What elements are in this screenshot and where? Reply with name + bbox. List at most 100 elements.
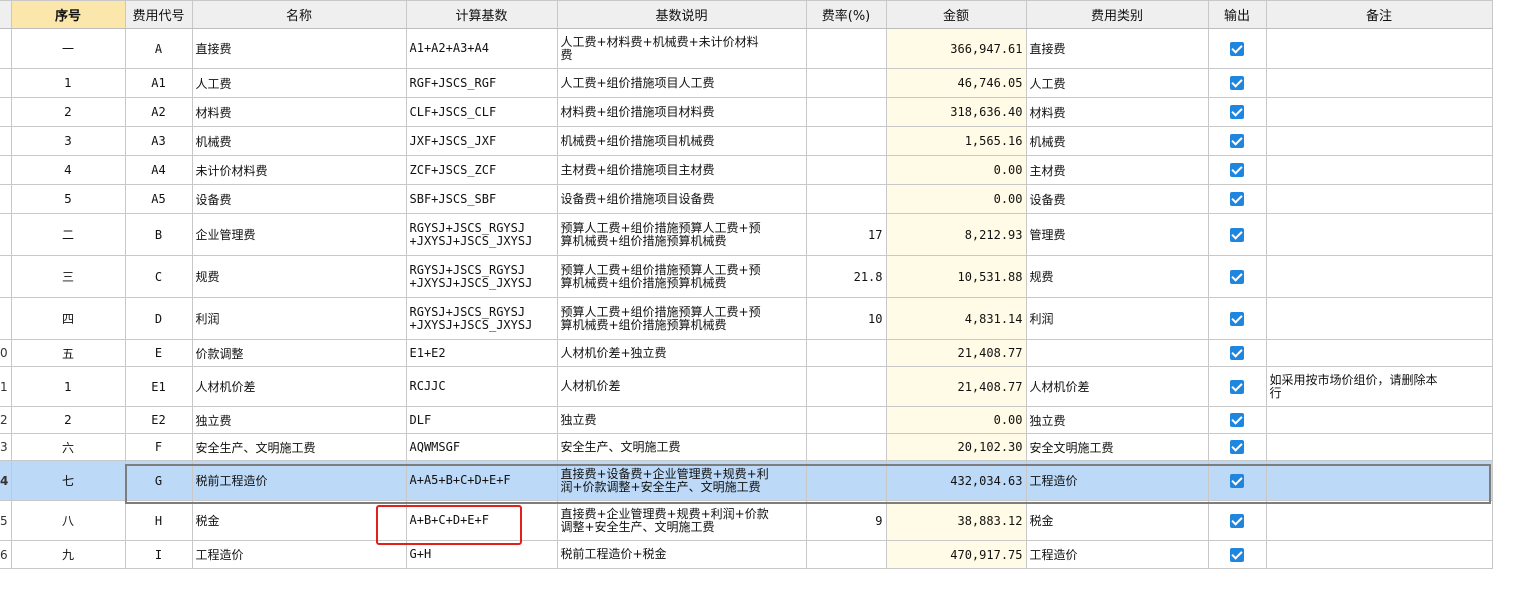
cell-category[interactable]: 税金 <box>1025 500 1209 541</box>
cell-amount[interactable]: 432,034.63 <box>885 460 1027 501</box>
cell-seq[interactable]: 2 <box>10 406 126 434</box>
cell-basis[interactable]: RGYSJ+JSCS_RGYSJ +JXYSJ+JSCS_JXYSJ <box>405 213 558 256</box>
table-row[interactable]: 三 C 规费 RGYSJ+JSCS_RGYSJ +JXYSJ+JSCS_JXYSJ 预算… <box>0 255 1493 298</box>
cell-remark[interactable] <box>1265 97 1493 127</box>
cell-seq[interactable]: 九 <box>10 540 126 569</box>
table-row[interactable]: 5 A5 设备费 SBF+JSCS_SBF 设备费+组价措施项目设备费 0.00 设备费 <box>0 184 1493 214</box>
cell-output[interactable] <box>1207 126 1267 156</box>
cell-output[interactable] <box>1207 28 1267 69</box>
output-checkbox[interactable] <box>1230 163 1244 178</box>
cell-output[interactable] <box>1207 97 1267 127</box>
output-checkbox[interactable] <box>1230 192 1244 207</box>
cell-output[interactable] <box>1207 68 1267 98</box>
table-row[interactable]: 3 A3 机械费 JXF+JSCS_JXF 机械费+组价措施项目机械费 1,565.16 机… <box>0 126 1493 156</box>
column-header-output[interactable]: 输出 <box>1207 0 1267 29</box>
cell-category[interactable]: 工程造价 <box>1025 540 1209 569</box>
cell-category[interactable]: 人材机价差 <box>1025 366 1209 407</box>
cell-seq[interactable]: 1 <box>10 68 126 98</box>
cell-amount[interactable]: 0.00 <box>885 155 1027 185</box>
cell-description[interactable]: 人工费+组价措施项目人工费 <box>556 68 807 98</box>
cell-code[interactable]: A <box>124 28 193 69</box>
cell-code[interactable]: D <box>124 297 193 340</box>
cell-rate[interactable] <box>805 68 887 98</box>
cell-output[interactable] <box>1207 255 1267 298</box>
output-checkbox[interactable] <box>1230 41 1244 56</box>
output-checkbox[interactable] <box>1230 105 1244 120</box>
cell-amount[interactable]: 470,917.75 <box>885 540 1027 569</box>
cell-basis[interactable]: ZCF+JSCS_ZCF <box>405 155 558 185</box>
cell-code[interactable]: A4 <box>124 155 193 185</box>
cell-code[interactable]: A2 <box>124 97 193 127</box>
table-row[interactable]: 2 2 E2 独立费 DLF 独立费 0.00 独立费 <box>0 406 1493 434</box>
cell-description[interactable]: 机械费+组价措施项目机械费 <box>556 126 807 156</box>
cell-description[interactable]: 预算人工费+组价措施预算人工费+预 算机械费+组价措施预算机械费 <box>556 255 807 298</box>
cell-remark[interactable] <box>1265 433 1493 461</box>
cell-code[interactable]: E <box>124 339 193 367</box>
cell-amount[interactable]: 21,408.77 <box>885 339 1027 367</box>
cell-description[interactable]: 人材机价差+独立费 <box>556 339 807 367</box>
cell-basis[interactable]: RCJJC <box>405 366 558 407</box>
cell-category[interactable]: 管理费 <box>1025 213 1209 256</box>
cell-rate[interactable] <box>805 339 887 367</box>
output-checkbox[interactable] <box>1230 346 1244 361</box>
cell-remark[interactable] <box>1265 460 1493 501</box>
cell-code[interactable]: A1 <box>124 68 193 98</box>
cell-name[interactable]: 直接费 <box>191 28 407 69</box>
cell-basis[interactable]: DLF <box>405 406 558 434</box>
cell-remark[interactable] <box>1265 155 1493 185</box>
cell-name[interactable]: 机械费 <box>191 126 407 156</box>
cell-code[interactable]: E2 <box>124 406 193 434</box>
cell-remark[interactable]: 如采用按市场价组价，请删除本 行 <box>1265 366 1493 407</box>
cell-output[interactable] <box>1207 339 1267 367</box>
cell-seq[interactable]: 五 <box>10 339 126 367</box>
cell-basis[interactable]: RGYSJ+JSCS_RGYSJ +JXYSJ+JSCS_JXYSJ <box>405 297 558 340</box>
cell-code[interactable]: F <box>124 433 193 461</box>
cell-category[interactable]: 人工费 <box>1025 68 1209 98</box>
cell-amount[interactable]: 1,565.16 <box>885 126 1027 156</box>
cell-basis[interactable]: RGF+JSCS_RGF <box>405 68 558 98</box>
cell-code[interactable]: B <box>124 213 193 256</box>
cell-output[interactable] <box>1207 433 1267 461</box>
cell-code[interactable]: H <box>124 500 193 541</box>
cell-code[interactable]: A5 <box>124 184 193 214</box>
output-checkbox[interactable] <box>1230 311 1244 326</box>
cell-remark[interactable] <box>1265 339 1493 367</box>
cell-category[interactable]: 直接费 <box>1025 28 1209 69</box>
cell-category[interactable]: 安全文明施工费 <box>1025 433 1209 461</box>
cell-basis[interactable]: A1+A2+A3+A4 <box>405 28 558 69</box>
cell-description[interactable]: 税前工程造价+税金 <box>556 540 807 569</box>
output-checkbox[interactable] <box>1230 413 1244 428</box>
cell-category[interactable]: 独立费 <box>1025 406 1209 434</box>
cell-description[interactable]: 设备费+组价措施项目设备费 <box>556 184 807 214</box>
cell-name[interactable]: 人工费 <box>191 68 407 98</box>
column-header-basis[interactable]: 计算基数 <box>405 0 558 29</box>
table-row[interactable]: 3 六 F 安全生产、文明施工费 AQWMSGF 安全生产、文明施工费 20,102.30 安… <box>0 433 1493 461</box>
output-checkbox[interactable] <box>1230 473 1244 488</box>
cell-amount[interactable]: 20,102.30 <box>885 433 1027 461</box>
cell-output[interactable] <box>1207 213 1267 256</box>
cell-output[interactable] <box>1207 406 1267 434</box>
output-checkbox[interactable] <box>1230 76 1244 91</box>
cell-remark[interactable] <box>1265 540 1493 569</box>
cell-rate[interactable] <box>805 126 887 156</box>
cell-output[interactable] <box>1207 500 1267 541</box>
cell-output[interactable] <box>1207 366 1267 407</box>
cell-name[interactable]: 材料费 <box>191 97 407 127</box>
cell-name[interactable]: 价款调整 <box>191 339 407 367</box>
cell-description[interactable]: 直接费+设备费+企业管理费+规费+利 润+价款调整+安全生产、文明施工费 <box>556 460 807 501</box>
cell-description[interactable]: 人材机价差 <box>556 366 807 407</box>
cell-seq[interactable]: 二 <box>10 213 126 256</box>
cell-seq[interactable]: 5 <box>10 184 126 214</box>
cell-basis[interactable]: RGYSJ+JSCS_RGYSJ +JXYSJ+JSCS_JXYSJ <box>405 255 558 298</box>
output-checkbox[interactable] <box>1230 134 1244 149</box>
table-row[interactable]: 1 1 E1 人材机价差 RCJJC 人材机价差 21,408.77 人材机价差 如采用按市场价… <box>0 366 1493 407</box>
column-header-rate[interactable]: 费率(%) <box>805 0 887 29</box>
cell-remark[interactable] <box>1265 406 1493 434</box>
cell-category[interactable] <box>1025 339 1209 367</box>
cell-category[interactable]: 利润 <box>1025 297 1209 340</box>
table-row[interactable]: 4 七 G 税前工程造价 A+A5+B+C+D+E+F 直接费+设备费+企业管理费+规费+… <box>0 460 1493 501</box>
table-row[interactable]: 5 八 H 税金 A+B+C+D+E+F 直接费+企业管理费+规费+利润+价款 调整+安全… <box>0 500 1493 541</box>
cell-name[interactable]: 未计价材料费 <box>191 155 407 185</box>
cell-remark[interactable] <box>1265 500 1493 541</box>
table-row[interactable]: 四 D 利润 RGYSJ+JSCS_RGYSJ +JXYSJ+JSCS_JXYSJ 预算… <box>0 297 1493 340</box>
